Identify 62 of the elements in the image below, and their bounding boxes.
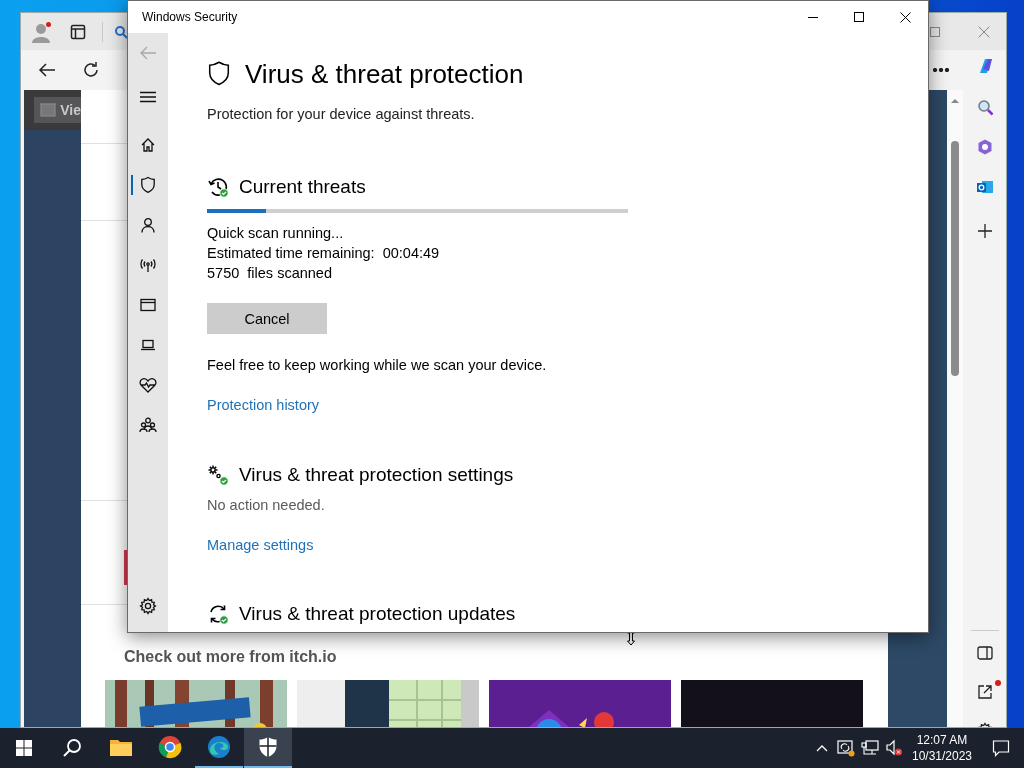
browser-icon — [158, 735, 182, 759]
section-heading: Check out more from itch.io — [124, 648, 338, 666]
clock[interactable]: 12:07 AM 10/31/2023 — [906, 728, 978, 768]
mail-app-icon — [975, 178, 994, 196]
close-icon — [899, 11, 911, 23]
windows-logo-icon — [16, 740, 32, 756]
heart-icon — [139, 377, 157, 393]
tab-panel-icon — [70, 23, 86, 40]
clock-check-icon — [207, 176, 229, 198]
taskbar-app[interactable] — [244, 728, 292, 768]
section-heading: Virus & threat protection settings — [239, 463, 514, 487]
scroll-up-icon — [951, 98, 959, 104]
menu-icon — [140, 91, 156, 103]
page-subtitle: Protection for your device against threats. — [207, 105, 476, 124]
close-icon — [978, 25, 990, 38]
person-icon — [30, 20, 52, 43]
manage-settings-link[interactable]: Manage settings — [207, 535, 314, 555]
laptop-icon — [140, 339, 156, 351]
search-icon — [62, 738, 82, 758]
image-icon — [40, 103, 57, 117]
person-icon — [140, 217, 156, 233]
section-heading: Current threats — [239, 175, 366, 199]
cancel-button[interactable]: Cancel — [207, 303, 327, 334]
status-text: No action needed. — [207, 496, 326, 515]
shield-icon — [207, 60, 231, 88]
caret-up-icon — [816, 744, 828, 752]
more-icon — [933, 68, 949, 72]
view-button[interactable]: Vie — [34, 97, 81, 123]
window-title: Windows Security — [141, 10, 239, 24]
monitor-sync-icon — [837, 739, 855, 757]
scan-status-text: 5750 files scanned — [207, 264, 333, 283]
search-icon — [113, 23, 129, 40]
back-arrow-icon — [38, 62, 56, 78]
search-icon — [975, 98, 994, 116]
section-heading: Virus & threat protection updates — [239, 603, 516, 625]
plus-icon — [975, 222, 994, 240]
protection-history-link[interactable]: Protection history — [207, 395, 320, 415]
sync-check-icon — [207, 603, 229, 625]
scan-status-text: Estimated time remaining: 00:04:49 — [207, 244, 441, 263]
maximize-icon — [854, 12, 864, 22]
app-window-icon — [140, 298, 156, 312]
maximize-icon — [930, 26, 940, 37]
shield-icon — [140, 176, 156, 194]
page-title: Virus & threat protection — [245, 58, 524, 90]
split-screen-icon — [975, 644, 994, 662]
scrollbar-thumb[interactable] — [951, 141, 959, 376]
home-icon — [140, 137, 156, 153]
speech-bubble-icon — [992, 739, 1010, 757]
info-text: Feel free to keep working while we scan your device. — [207, 356, 548, 375]
settings-icon — [139, 597, 157, 615]
external-link-icon — [975, 683, 994, 701]
profile-avatar[interactable] — [29, 19, 53, 44]
family-icon — [139, 417, 157, 433]
speaker-muted-icon — [885, 739, 903, 757]
scan-status-text: Quick scan running... — [207, 224, 345, 243]
back-arrow-icon — [139, 46, 157, 60]
refresh-icon — [82, 61, 100, 79]
browser-icon — [207, 735, 231, 759]
shield-icon — [258, 736, 278, 758]
gears-check-icon — [207, 464, 229, 486]
wireless-icon — [139, 257, 157, 273]
network-icon — [861, 739, 879, 757]
